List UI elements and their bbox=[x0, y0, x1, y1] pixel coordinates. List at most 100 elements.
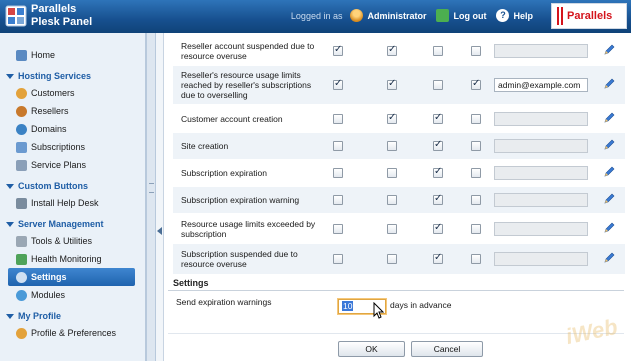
email-field[interactable] bbox=[494, 222, 588, 236]
checkbox-reseller[interactable] bbox=[387, 112, 397, 124]
logout-link[interactable]: Log out bbox=[436, 9, 486, 22]
checkbox-email[interactable] bbox=[471, 46, 481, 56]
edit-pencil-icon[interactable] bbox=[603, 112, 615, 124]
settings-icon bbox=[16, 271, 27, 283]
sidebar-scrollbar[interactable] bbox=[146, 33, 156, 361]
edit-pencil-icon[interactable] bbox=[603, 252, 615, 264]
collapse-arrow-icon bbox=[6, 183, 14, 189]
cancel-button[interactable]: Cancel bbox=[411, 341, 483, 357]
checkbox-email[interactable] bbox=[471, 78, 481, 90]
email-field[interactable] bbox=[494, 112, 588, 126]
section-custom-buttons[interactable]: Custom Buttons bbox=[0, 178, 145, 194]
sidebar-item-profile-preferences[interactable]: Profile & Preferences bbox=[0, 324, 145, 342]
customers-icon bbox=[16, 87, 27, 99]
checkbox-reseller[interactable] bbox=[387, 224, 397, 234]
checkbox-admin[interactable] bbox=[333, 141, 343, 151]
sidebar-item-label: Resellers bbox=[31, 106, 69, 116]
checkbox-email[interactable] bbox=[471, 114, 481, 124]
sidebar-item-label: Customers bbox=[31, 88, 75, 98]
checkbox-reseller[interactable] bbox=[387, 141, 397, 151]
checkbox-reseller[interactable] bbox=[387, 78, 397, 90]
header-user-area: Logged in as Administrator Log out ? Hel… bbox=[291, 9, 543, 22]
sidebar-item-service-plans[interactable]: Service Plans bbox=[0, 156, 145, 174]
checkbox-email[interactable] bbox=[471, 224, 481, 234]
checkbox-reseller[interactable] bbox=[387, 168, 397, 178]
settings-heading: Settings bbox=[173, 278, 209, 288]
checkbox-customer[interactable] bbox=[433, 112, 443, 124]
collapse-arrow-icon bbox=[6, 221, 14, 227]
table-row: Subscription suspended due to resource o… bbox=[173, 244, 625, 274]
checkbox-customer[interactable] bbox=[433, 80, 443, 90]
checkbox-admin[interactable] bbox=[333, 224, 343, 234]
sidebar-item-domains[interactable]: Domains bbox=[0, 120, 145, 138]
help-link[interactable]: ? Help bbox=[496, 9, 533, 22]
email-field[interactable] bbox=[494, 252, 588, 266]
sidebar-item-label: Domains bbox=[31, 124, 67, 134]
email-field[interactable]: admin@example.com bbox=[494, 78, 588, 92]
sidebar-item-settings[interactable]: Settings bbox=[8, 268, 135, 286]
sidebar-item-label: Service Plans bbox=[31, 160, 87, 170]
sidebar-item-tools-utilities[interactable]: Tools & Utilities bbox=[0, 232, 145, 250]
checkbox-admin[interactable] bbox=[333, 78, 343, 90]
edit-pencil-icon[interactable] bbox=[603, 222, 615, 234]
checkbox-admin[interactable] bbox=[333, 44, 343, 56]
email-field[interactable] bbox=[494, 139, 588, 153]
edit-pencil-icon[interactable] bbox=[603, 78, 615, 90]
checkbox-reseller[interactable] bbox=[387, 195, 397, 205]
event-label: Subscription expiration warning bbox=[181, 195, 300, 205]
checkbox-customer[interactable] bbox=[433, 139, 443, 151]
section-hosting-services[interactable]: Hosting Services bbox=[0, 68, 145, 84]
checkbox-reseller[interactable] bbox=[387, 254, 397, 264]
checkbox-email[interactable] bbox=[471, 141, 481, 151]
checkbox-admin[interactable] bbox=[333, 195, 343, 205]
divider bbox=[168, 333, 624, 334]
checkbox-admin[interactable] bbox=[333, 254, 343, 264]
sidebar-item-modules[interactable]: Modules bbox=[0, 286, 145, 304]
section-server-management[interactable]: Server Management bbox=[0, 216, 145, 232]
top-header: Parallels Plesk Panel Logged in as Admin… bbox=[0, 0, 631, 33]
home-icon bbox=[16, 49, 27, 61]
checkbox-admin[interactable] bbox=[333, 114, 343, 124]
checkbox-customer[interactable] bbox=[433, 46, 443, 56]
sidebar-collapse-handle[interactable] bbox=[156, 33, 164, 361]
product-name: Parallels Plesk Panel bbox=[31, 3, 92, 29]
event-label: Resource usage limits exceeded by subscr… bbox=[181, 218, 316, 239]
checkbox-customer[interactable] bbox=[433, 166, 443, 178]
modules-icon bbox=[16, 289, 27, 301]
plesk-grid-icon bbox=[5, 5, 27, 27]
sidebar-item-label: Subscriptions bbox=[31, 142, 86, 152]
divider bbox=[168, 290, 624, 291]
checkbox-admin[interactable] bbox=[333, 168, 343, 178]
email-field[interactable] bbox=[494, 166, 588, 180]
sidebar-item-subscriptions[interactable]: Subscriptions bbox=[0, 138, 145, 156]
sidebar-item-resellers[interactable]: Resellers bbox=[0, 102, 145, 120]
edit-pencil-icon[interactable] bbox=[603, 166, 615, 178]
logout-label: Log out bbox=[453, 10, 487, 21]
collapse-arrow-icon bbox=[6, 73, 14, 79]
product-name-line1: Parallels bbox=[31, 3, 77, 15]
checkbox-customer[interactable] bbox=[433, 252, 443, 264]
email-field[interactable] bbox=[494, 193, 588, 207]
email-field[interactable] bbox=[494, 44, 588, 58]
product-name-line2: Plesk Panel bbox=[31, 16, 93, 28]
edit-pencil-icon[interactable] bbox=[603, 193, 615, 205]
user-link[interactable]: Administrator bbox=[350, 9, 426, 22]
table-row: Reseller's resource usage limits reached… bbox=[173, 66, 625, 104]
sidebar-item-customers[interactable]: Customers bbox=[0, 84, 145, 102]
checkbox-customer[interactable] bbox=[433, 193, 443, 205]
sidebar-item-health-monitoring[interactable]: Health Monitoring bbox=[0, 250, 145, 268]
edit-pencil-icon[interactable] bbox=[603, 139, 615, 151]
ok-button[interactable]: OK bbox=[338, 341, 405, 357]
parallels-bars-icon bbox=[557, 7, 563, 25]
sidebar-item-install-help-desk[interactable]: Install Help Desk bbox=[0, 194, 145, 212]
checkbox-email[interactable] bbox=[471, 254, 481, 264]
sidebar-item-home[interactable]: Home bbox=[0, 46, 145, 64]
checkbox-reseller[interactable] bbox=[387, 44, 397, 56]
domains-icon bbox=[16, 123, 27, 135]
edit-pencil-icon[interactable] bbox=[603, 44, 615, 56]
checkbox-customer[interactable] bbox=[433, 222, 443, 234]
section-my-profile[interactable]: My Profile bbox=[0, 308, 145, 324]
checkbox-email[interactable] bbox=[471, 195, 481, 205]
checkbox-email[interactable] bbox=[471, 168, 481, 178]
event-label: Subscription suspended due to resource o… bbox=[181, 249, 298, 269]
